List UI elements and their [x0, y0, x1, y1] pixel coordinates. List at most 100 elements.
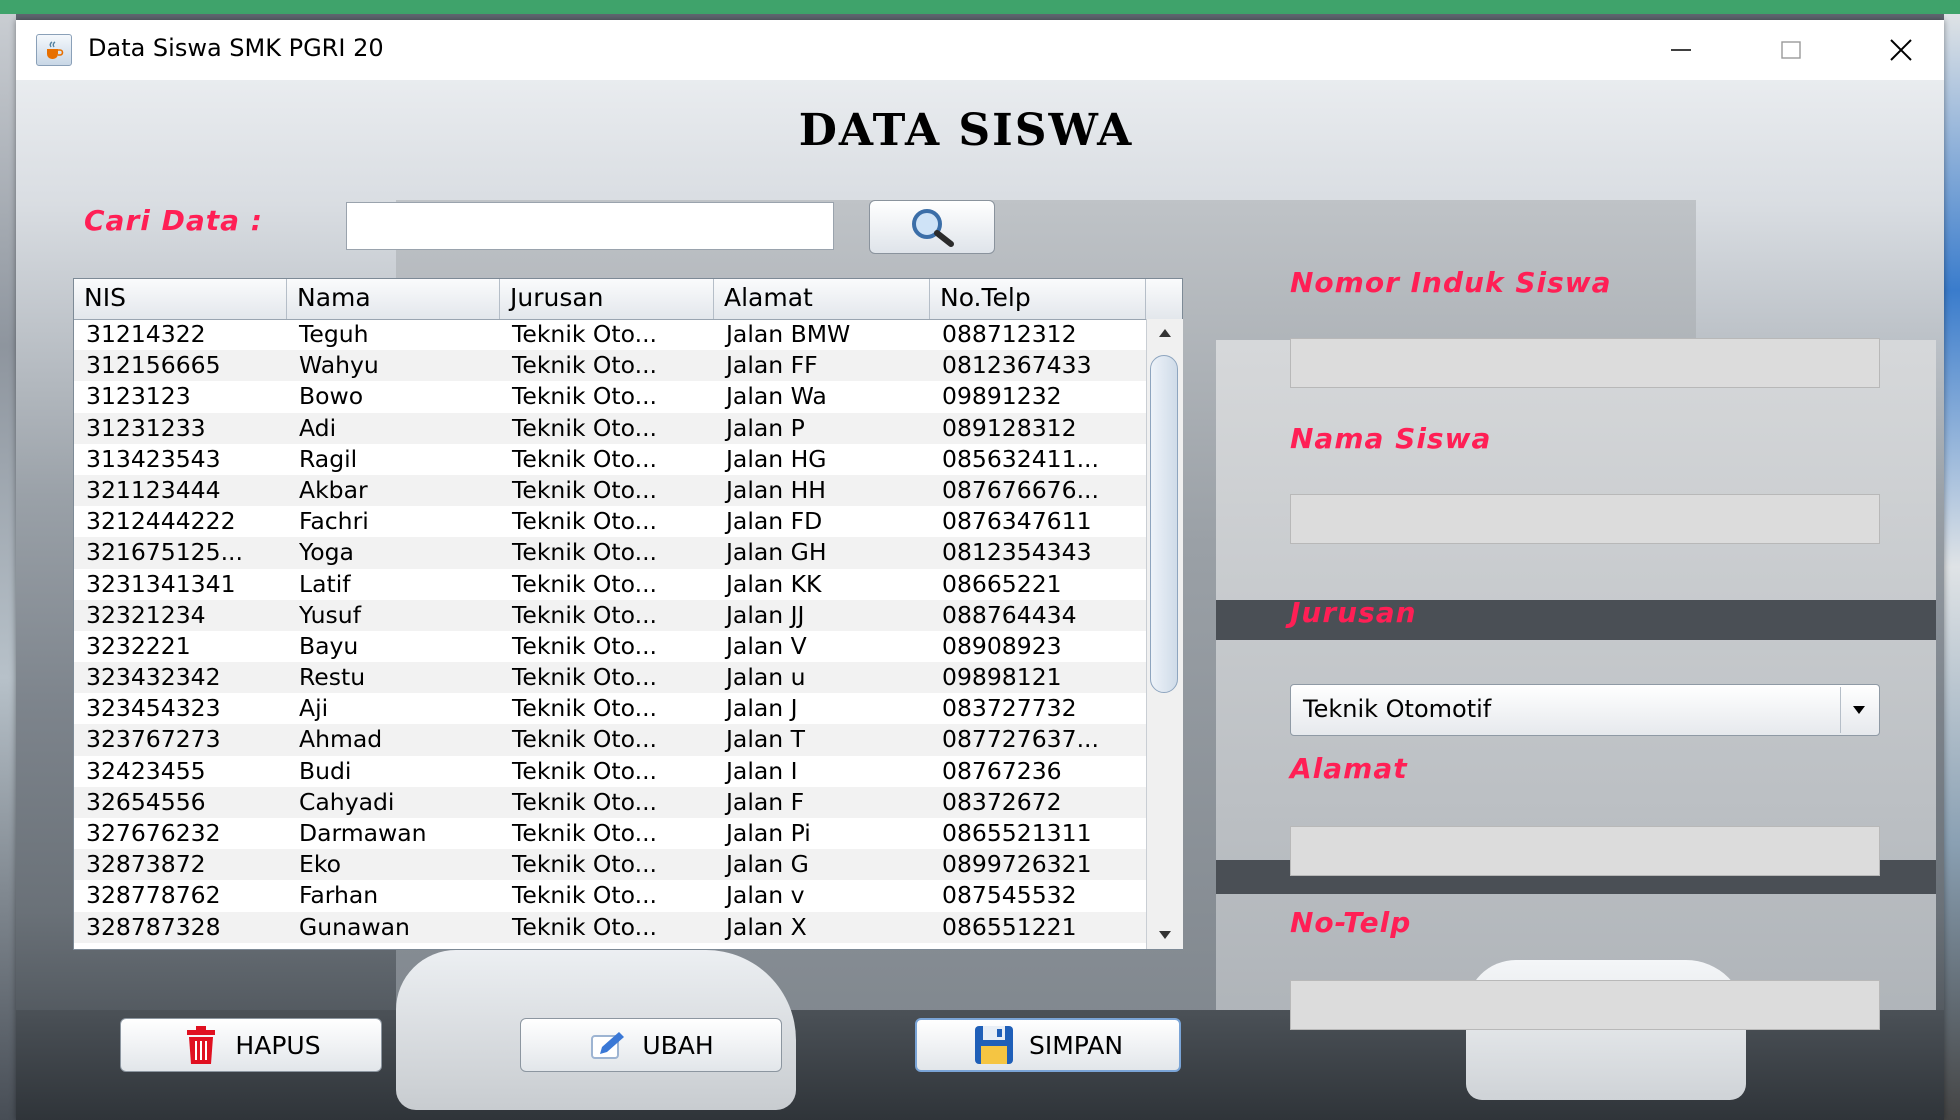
- maximize-button[interactable]: [1746, 20, 1836, 80]
- cell-nama: Gunawan: [299, 912, 410, 941]
- scroll-down-button[interactable]: [1147, 921, 1183, 949]
- cell-nama: Yusuf: [299, 600, 361, 629]
- cell-nis: 32654556: [86, 787, 206, 816]
- cell-nama: Wahyu: [299, 351, 379, 380]
- hapus-button-label: HAPUS: [235, 1030, 321, 1060]
- cell-nis: 328787328: [86, 912, 221, 941]
- search-input[interactable]: [346, 202, 834, 250]
- cell-nama: Yoga: [299, 538, 354, 567]
- table-row[interactable]: 313423543 Ragil Teknik Oto... Jalan HG 08563…: [74, 444, 1146, 475]
- cell-nama: Ragil: [299, 444, 358, 473]
- cell-no-telp: 0899726321: [942, 850, 1092, 879]
- cell-jurusan: Teknik Oto...: [512, 819, 658, 847]
- cell-jurusan: Teknik Oto...: [512, 631, 658, 660]
- floppy-disk-icon: [974, 1026, 1013, 1064]
- cell-nama: Bowo: [299, 382, 364, 411]
- trash-icon: [187, 1026, 216, 1064]
- cell-nama: Cahyadi: [299, 787, 395, 816]
- search-button[interactable]: [869, 200, 995, 254]
- table-row[interactable]: 32873872 Eko Teknik Oto... Jalan G 089972632…: [74, 849, 1146, 881]
- table-row[interactable]: 3231341341 Latif Teknik Oto... Jalan KK 0866…: [74, 569, 1146, 600]
- table-row[interactable]: 32321234 Yusuf Teknik Oto... Jalan JJ 088764…: [74, 599, 1146, 631]
- table-row[interactable]: 323767273 Ahmad Teknik Oto... Jalan T 087727…: [74, 724, 1146, 756]
- scrollbar-thumb[interactable]: [1150, 355, 1178, 693]
- jurusan-label: Jurusan: [1290, 596, 1417, 629]
- simpan-button-label: SIMPAN: [1028, 1030, 1124, 1060]
- cell-no-telp: 087545532: [942, 881, 1077, 910]
- cell-nama: Restu: [299, 663, 366, 692]
- cell-jurusan: Teknik Oto...: [512, 912, 658, 941]
- column-header-no-telp[interactable]: No.Telp: [930, 279, 1146, 319]
- table-row[interactable]: 328787328 Gunawan Teknik Oto... Jalan X 0865…: [74, 911, 1146, 943]
- table-row[interactable]: 327676232 Darmawan Teknik Oto... Jalan Pi 08…: [74, 818, 1146, 849]
- close-button[interactable]: [1856, 20, 1944, 80]
- table-row[interactable]: 321675125... Yoga Teknik Oto... Jalan GH 081…: [74, 537, 1146, 569]
- cell-alamat: Jalan KK: [726, 569, 822, 598]
- cell-nama: Darmawan: [299, 819, 427, 847]
- hapus-button[interactable]: HAPUS: [120, 1018, 382, 1072]
- cell-jurusan: Teknik Oto...: [512, 569, 658, 598]
- cell-nis: 3231341341: [86, 569, 236, 598]
- cell-jurusan: Teknik Oto...: [512, 320, 658, 348]
- table-row[interactable]: 31231233 Adi Teknik Oto... Jalan P 089128312: [74, 412, 1146, 444]
- scroll-up-button[interactable]: [1147, 319, 1183, 347]
- cell-nis: 31231233: [86, 413, 206, 442]
- student-table[interactable]: NIS Nama Jurusan Alamat No.Telp 31214322…: [73, 278, 1183, 950]
- nis-field[interactable]: [1290, 338, 1880, 388]
- table-row[interactable]: 321123444 Akbar Teknik Oto... Jalan HH 08767…: [74, 474, 1146, 507]
- cell-no-telp: 0812367433: [942, 351, 1092, 380]
- table-row[interactable]: 328778762 Farhan Teknik Oto... Jalan v 08754…: [74, 880, 1146, 911]
- ubah-button[interactable]: UBAH: [520, 1018, 782, 1072]
- cell-no-telp: 09891232: [942, 382, 1062, 411]
- table-row[interactable]: 323454323 Aji Teknik Oto... Jalan J 08372773…: [74, 693, 1146, 724]
- java-cup-icon: [36, 34, 72, 66]
- cell-no-telp: 085632411...: [942, 444, 1099, 473]
- column-header-alamat[interactable]: Alamat: [714, 279, 930, 319]
- cell-no-telp: 09898121: [942, 663, 1062, 692]
- cell-nis: 321123444: [86, 475, 221, 504]
- cell-jurusan: Teknik Oto...: [512, 756, 658, 785]
- table-row[interactable]: 3212444222 Fachri Teknik Oto... Jalan FD 087…: [74, 506, 1146, 537]
- nama-field[interactable]: [1290, 494, 1880, 544]
- ubah-button-label: UBAH: [642, 1030, 714, 1060]
- cell-jurusan: Teknik Oto...: [512, 507, 658, 536]
- cell-alamat: Jalan JJ: [726, 600, 805, 629]
- title-bar[interactable]: Data Siswa SMK PGRI 20: [16, 20, 1944, 80]
- cell-alamat: Jalan HG: [726, 444, 827, 473]
- cell-nis: 312156665: [86, 351, 221, 380]
- alamat-field[interactable]: [1290, 826, 1880, 876]
- cell-no-telp: 088764434: [942, 600, 1077, 629]
- cell-nis: 31214322: [86, 320, 206, 348]
- jurusan-dropdown-button[interactable]: [1840, 687, 1877, 733]
- cell-jurusan: Teknik Oto...: [512, 881, 658, 910]
- column-header-nis[interactable]: NIS: [74, 279, 287, 319]
- table-row[interactable]: 32423455 Budi Teknik Oto... Jalan I 08767236: [74, 756, 1146, 787]
- minimize-button[interactable]: [1636, 20, 1726, 80]
- cell-nis: 328778762: [86, 881, 221, 910]
- cell-jurusan: Teknik Oto...: [512, 600, 658, 629]
- main-panel: DATA SISWA Cari Data : NIS Nama Jurusan …: [16, 80, 1944, 1120]
- simpan-button[interactable]: SIMPAN: [915, 1018, 1181, 1072]
- table-row[interactable]: 312156665 Wahyu Teknik Oto... Jalan FF 08123…: [74, 350, 1146, 382]
- table-row[interactable]: 31214322 Teguh Teknik Oto... Jalan BMW 08871…: [74, 319, 1146, 350]
- scroll-up-arrow-icon: [1159, 329, 1171, 337]
- no-telp-field[interactable]: [1290, 980, 1880, 1030]
- column-header-nama[interactable]: Nama: [287, 279, 500, 319]
- table-row[interactable]: 32654556 Cahyadi Teknik Oto... Jalan F 08372…: [74, 786, 1146, 818]
- table-row[interactable]: 323432342 Restu Teknik Oto... Jalan u 098981…: [74, 662, 1146, 694]
- cell-nama: Latif: [299, 569, 351, 598]
- table-row[interactable]: 3232221 Bayu Teknik Oto... Jalan V 08908923: [74, 631, 1146, 662]
- no-telp-label: No-Telp: [1290, 906, 1412, 939]
- table-vertical-scrollbar[interactable]: [1146, 319, 1183, 949]
- cell-nama: Bayu: [299, 631, 359, 660]
- cell-nama: Ahmad: [299, 725, 383, 754]
- desktop-background-left: [0, 14, 16, 1120]
- column-header-jurusan[interactable]: Jurusan: [500, 279, 714, 319]
- cell-no-telp: 08372672: [942, 787, 1062, 816]
- cell-no-telp: 08665221: [942, 569, 1062, 598]
- jurusan-select[interactable]: Teknik Otomotif: [1290, 684, 1880, 736]
- cell-nama: Adi: [299, 413, 337, 442]
- table-row[interactable]: 3123123 Bowo Teknik Oto... Jalan Wa 09891232: [74, 381, 1146, 412]
- cell-no-telp: 08767236: [942, 756, 1062, 785]
- cell-jurusan: Teknik Oto...: [512, 694, 658, 723]
